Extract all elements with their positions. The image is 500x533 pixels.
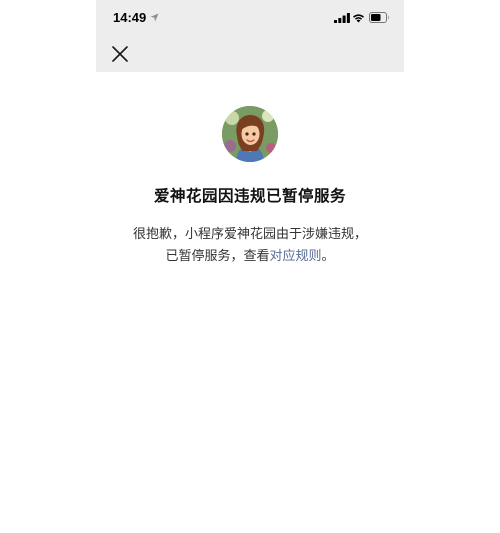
suspension-notice: 爱神花园因违规已暂停服务 很抱歉，小程序爱神花园由于涉嫌违规， 已暂停服务，查看… [96,106,404,268]
page-title: 爱神花园因违规已暂停服务 [153,187,346,205]
signal-bars-icon [334,13,350,23]
top-bar: 14:49 [96,0,404,72]
description-prefix: 已暂停服务，查看 [165,249,270,264]
wifi-icon [353,14,364,23]
cartoon-girl-avatar-icon [222,106,278,162]
mini-program-screen: 14:49 爱神花园因违规已暂停服务 很抱歉，小程序爱神花园由于涉嫌违规， 已暂… [96,0,404,533]
rules-link[interactable]: 对应规则 [269,249,321,264]
description-suffix: 。 [321,249,335,264]
close-icon[interactable] [110,44,130,64]
suspension-description: 很抱歉，小程序爱神花园由于涉嫌违规， 已暂停服务，查看对应规则。 [96,224,404,268]
description-line-2: 已暂停服务，查看对应规则。 [96,246,404,268]
status-time: 14:49 [113,10,147,25]
mini-program-avatar [222,106,278,162]
battery-icon [369,12,389,23]
location-arrow-icon [150,13,159,22]
description-line-1: 很抱歉，小程序爱神花园由于涉嫌违规， [132,227,367,242]
